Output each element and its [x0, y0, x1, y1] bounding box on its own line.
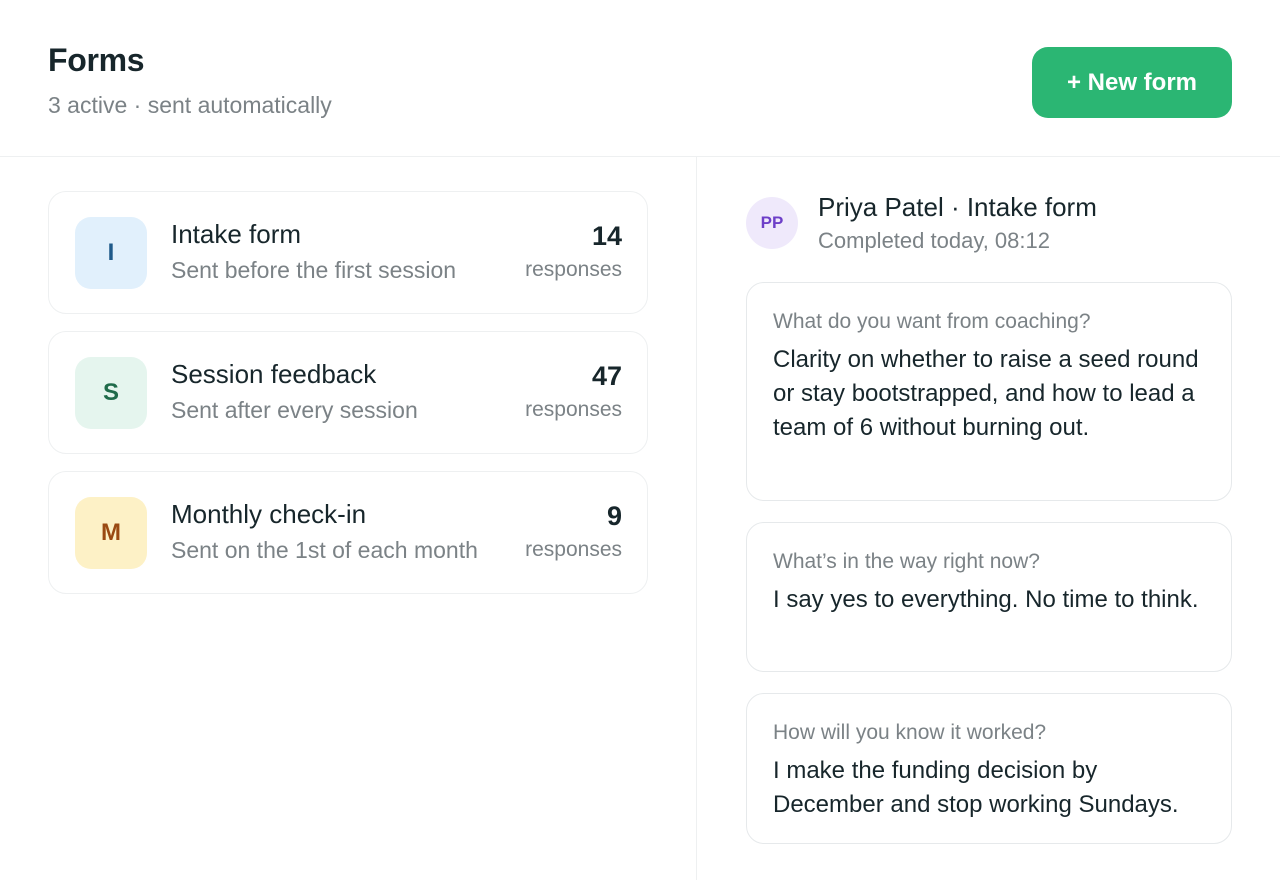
response-count: 14	[591, 221, 622, 251]
avatar: PP	[746, 197, 798, 249]
response-count: 47	[591, 361, 622, 391]
answer-text: I say yes to everything. No time to thin…	[773, 586, 1199, 613]
answer-card: How will you know it worked? I make the …	[746, 693, 1232, 844]
response-count-label: responses	[525, 398, 622, 421]
form-description: Sent before the first session	[171, 257, 457, 283]
response-count: 9	[606, 501, 622, 531]
page-subtitle: 3 active · sent automatically	[48, 92, 332, 118]
page-title: Forms	[48, 42, 145, 78]
answer-text: Clarity on whether to raise a seed round…	[773, 346, 1199, 441]
response-title: Priya Patel · Intake form	[818, 192, 1097, 222]
page-header: Forms 3 active · sent automatically + Ne…	[0, 0, 1280, 157]
form-description: Sent after every session	[171, 397, 418, 423]
form-initial-badge: I	[75, 217, 147, 289]
form-description: Sent on the 1st of each month	[171, 537, 478, 563]
answer-card: What do you want from coaching? Clarity …	[746, 282, 1232, 501]
panel-divider	[696, 157, 697, 880]
response-count-label: responses	[525, 538, 622, 561]
answer-card: What’s in the way right now? I say yes t…	[746, 522, 1232, 672]
question-text: What’s in the way right now?	[773, 550, 1040, 573]
form-card-session-feedback[interactable]: S Session feedback Sent after every sess…	[48, 331, 648, 454]
answer-text: I make the funding decision by December …	[773, 757, 1179, 818]
form-card-monthly-checkin[interactable]: M Monthly check-in Sent on the 1st of ea…	[48, 471, 648, 594]
response-count-label: responses	[525, 258, 622, 281]
new-form-button[interactable]: + New form	[1032, 47, 1232, 118]
form-initial-badge: M	[75, 497, 147, 569]
form-name: Session feedback	[171, 359, 377, 389]
form-card-intake[interactable]: I Intake form Sent before the first sess…	[48, 191, 648, 314]
response-completed-time: Completed today, 08:12	[818, 228, 1050, 253]
form-name: Monthly check-in	[171, 499, 367, 529]
question-text: How will you know it worked?	[773, 721, 1047, 744]
question-text: What do you want from coaching?	[773, 310, 1091, 333]
form-name: Intake form	[171, 219, 302, 249]
form-initial-badge: S	[75, 357, 147, 429]
